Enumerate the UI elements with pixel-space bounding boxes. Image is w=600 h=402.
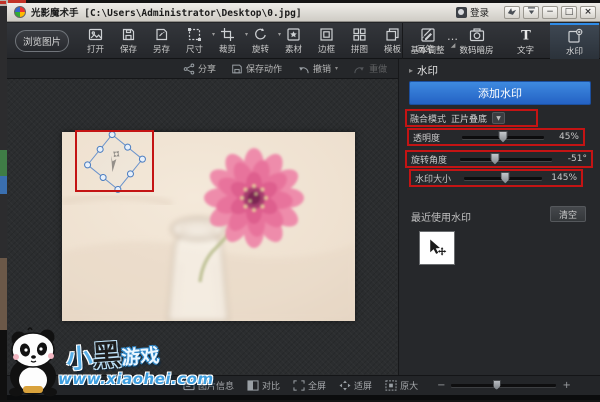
recent-watermark-thumbnail[interactable] xyxy=(419,231,455,265)
material-button[interactable]: 素材 xyxy=(277,27,310,55)
screenshot-stage: 光影魔术手 [C:\Users\Administrator\Desktop\0.… xyxy=(0,0,600,400)
strip-fragment xyxy=(0,1,6,4)
rotation-slider[interactable] xyxy=(460,158,552,161)
minimize-button[interactable]: − xyxy=(542,6,558,19)
opacity-label: 透明度 xyxy=(413,131,457,144)
undo-button[interactable]: 撤销 ▾ xyxy=(297,62,338,75)
frame-button[interactable]: 边框 xyxy=(310,27,343,55)
browse-images-button[interactable]: 浏览图片 xyxy=(15,30,69,52)
panel-tab-group: 基本调整 数码暗房 T 文字 水印 xyxy=(402,23,600,59)
status-bar: 图片信息 对比 全屏 适屏 原大 − xyxy=(7,375,600,395)
save-as-icon xyxy=(154,27,169,42)
crop-icon xyxy=(220,27,235,42)
recent-watermarks-label: 最近使用水印 xyxy=(411,209,471,224)
app-window: 光影魔术手 [C:\Users\Administrator\Desktop\0.… xyxy=(7,3,600,400)
open-button[interactable]: 打开 xyxy=(79,27,112,55)
clear-recent-button[interactable]: 清空 xyxy=(550,206,586,222)
zoom-control: − + xyxy=(437,380,571,391)
collapse-triangle-icon[interactable]: ▸ xyxy=(409,66,413,75)
opacity-slider-thumb[interactable] xyxy=(499,131,508,143)
skin-button[interactable] xyxy=(504,6,520,19)
window-bottom-edge xyxy=(7,395,600,400)
compare-button[interactable]: 对比 xyxy=(247,379,280,392)
opacity-slider[interactable] xyxy=(462,136,544,139)
size-value: 145% xyxy=(547,173,577,183)
save-icon xyxy=(121,27,136,42)
panel-header: ▸ 水印 xyxy=(409,63,438,78)
svg-text:T: T xyxy=(521,28,531,43)
maximize-button[interactable]: □ xyxy=(561,6,577,19)
resize-icon xyxy=(187,27,202,42)
zoom-slider[interactable] xyxy=(451,384,556,387)
frame-icon xyxy=(319,27,334,42)
annotation-box-size: 水印大小 145% xyxy=(409,169,583,187)
redo-button[interactable]: 重做 xyxy=(353,62,387,75)
blend-mode-dropdown[interactable]: ▼ xyxy=(492,112,505,124)
watermark-panel: ▸ 水印 添加水印 融合模式 正片叠底 ▼ 透明度 45% 旋转角度 xyxy=(398,59,600,375)
window-title: 光影魔术手 [C:\Users\Administrator\Desktop\0.… xyxy=(31,5,302,19)
rotation-label: 旋转角度 xyxy=(411,153,455,166)
annotation-box-rotation: 旋转角度 -51° xyxy=(405,150,593,168)
close-button[interactable]: × xyxy=(580,6,596,19)
size-slider-thumb[interactable] xyxy=(501,172,510,184)
app-logo-icon xyxy=(14,6,26,18)
tab-text[interactable]: T 文字 xyxy=(501,23,550,59)
rotation-slider-thumb[interactable] xyxy=(490,153,499,165)
opacity-value: 45% xyxy=(549,132,579,142)
size-label: 水印大小 xyxy=(415,172,459,185)
blend-mode-label: 融合模式 xyxy=(410,112,446,125)
size-slider[interactable] xyxy=(464,177,542,180)
fit-screen-button[interactable]: 适屏 xyxy=(339,379,372,392)
open-image-icon xyxy=(88,27,103,42)
tab-digital-darkroom[interactable]: 数码暗房 xyxy=(452,23,501,59)
annotation-box-blend-mode: 融合模式 正片叠底 ▼ xyxy=(405,109,538,127)
rotate-button[interactable]: 旋转 ▾ xyxy=(244,27,277,55)
resize-button[interactable]: 尺寸 ▾ xyxy=(178,27,211,55)
save-action-button[interactable]: 保存动作 xyxy=(231,62,282,75)
tab-basic-adjust[interactable]: 基本调整 xyxy=(403,23,452,59)
image-info-button[interactable]: 图片信息 xyxy=(183,379,234,392)
login-avatar-icon xyxy=(456,7,467,18)
tab-watermark[interactable]: 水印 xyxy=(550,23,599,59)
material-icon xyxy=(286,27,301,42)
original-size-button[interactable]: 原大 xyxy=(385,379,418,392)
undo-dropdown-caret[interactable]: ▾ xyxy=(335,65,338,72)
add-watermark-button[interactable]: 添加水印 xyxy=(409,81,591,105)
blend-mode-value[interactable]: 正片叠底 xyxy=(451,112,487,125)
rotate-icon xyxy=(253,27,268,42)
action-bar: 分享 保存动作 撤销 ▾ 重做 还原 xyxy=(7,59,398,79)
rotation-value: -51° xyxy=(557,154,587,164)
login-button[interactable]: 登录 xyxy=(456,5,489,19)
annotation-box-watermark xyxy=(75,130,154,192)
annotation-box-opacity: 透明度 45% xyxy=(407,128,585,146)
share-button[interactable]: 分享 xyxy=(183,62,216,75)
save-button[interactable]: 保存 xyxy=(112,27,145,55)
title-bar: 光影魔术手 [C:\Users\Administrator\Desktop\0.… xyxy=(7,3,600,22)
zoom-in-button[interactable]: + xyxy=(562,380,570,391)
save-as-button[interactable]: 另存 xyxy=(145,27,178,55)
zoom-out-button[interactable]: − xyxy=(437,380,445,391)
collage-button[interactable]: 拼图 xyxy=(343,27,376,55)
image-canvas[interactable] xyxy=(7,79,398,375)
fullscreen-button[interactable]: 全屏 xyxy=(293,379,326,392)
zoom-slider-thumb[interactable] xyxy=(493,380,501,390)
main-toolbar: 浏览图片 打开 保存 另存 xyxy=(7,23,600,59)
collage-icon xyxy=(352,27,367,42)
template-icon xyxy=(385,27,400,42)
crop-button[interactable]: 裁剪 ▾ xyxy=(211,27,244,55)
collapse-toolbar-button[interactable] xyxy=(523,6,539,19)
